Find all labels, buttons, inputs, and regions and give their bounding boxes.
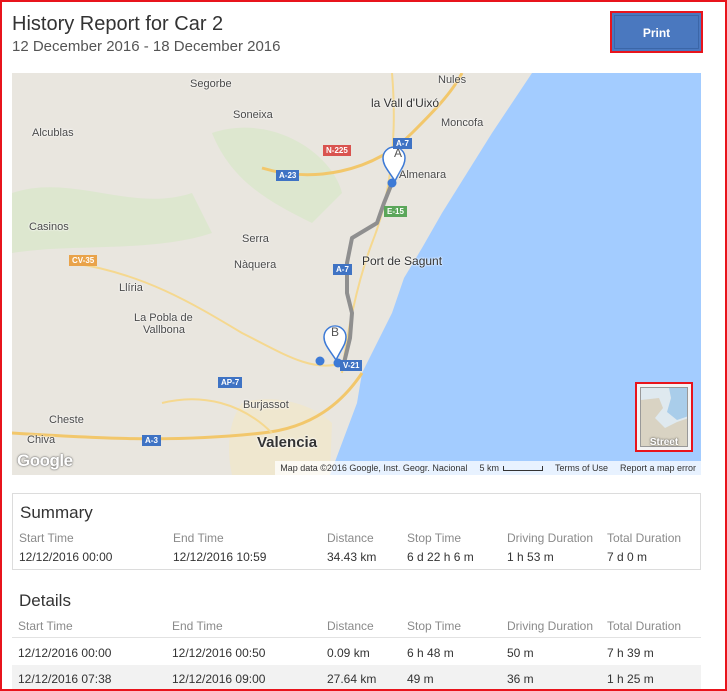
details-col-start-time: Start Time [18,619,73,633]
google-logo: Google [17,451,73,470]
row1-distance: 0.09 km [327,646,370,660]
report-header: History Report for Car 2 12 December 201… [12,12,281,56]
row2-end-time: 12/12/2016 09:00 [172,672,266,686]
row2-distance: 27.64 km [327,672,377,686]
summary-col-distance: Distance [327,531,374,545]
summary-col-end-time: End Time [173,531,224,545]
road-shield-a7-north: A-7 [393,138,412,149]
map-data-attribution: Map data ©2016 Google, Inst. Geogr. Naci… [280,463,468,473]
summary-stop-time: 6 d 22 h 6 m [407,550,474,564]
place-lliria: Llíria [119,282,143,294]
place-segorbe: Segorbe [190,78,232,90]
row2-total-duration: 1 h 25 m [607,672,654,686]
row1-stop-time: 6 h 48 m [407,646,454,660]
report-title: History Report for Car 2 [12,13,224,35]
summary-driving-duration: 1 h 53 m [507,550,554,564]
details-title: Details [19,591,71,610]
summary-end-time: 12/12/2016 10:59 [173,550,267,564]
print-button-label: Print [614,15,699,49]
road-shield-e15: E-15 [384,206,407,217]
place-port-sagunt: Port de Sagunt [362,254,443,268]
details-col-stop-time: Stop Time [407,619,462,633]
place-nacquera: Nàquera [234,259,277,271]
map-scale[interactable]: 5 km [479,463,543,473]
road-shield-v21: V-21 [340,360,363,371]
summary-col-start-time: Start Time [19,531,74,545]
route-map[interactable]: A B Nules Segorbe la Vall d'Uixó Moncofa… [12,73,701,475]
details-divider [12,637,701,638]
place-pobla-vallbona-line2: Vallbona [143,324,185,336]
print-button[interactable]: Print [610,11,703,53]
row1-driving-duration: 50 m [507,646,534,660]
report-date-range: 12 December 2016 - 18 December 2016 [12,38,281,55]
map-footer: Map data ©2016 Google, Inst. Geogr. Naci… [275,461,701,475]
details-col-driving-duration: Driving Duration [507,619,594,633]
place-chiva: Chiva [27,434,56,446]
details-col-distance: Distance [327,619,374,633]
place-valencia: Valencia [257,434,318,451]
row2-driving-duration: 36 m [507,672,534,686]
row2-start-time: 12/12/2016 07:38 [18,672,112,686]
report-frame: History Report for Car 2 12 December 201… [0,0,727,691]
street-view-label: Street [649,437,679,448]
street-view-toggle[interactable]: Street [635,382,693,452]
marker-b-label: B [331,325,340,339]
details-col-end-time: End Time [172,619,223,633]
road-shield-a23: A-23 [276,170,300,181]
row2-stop-time: 49 m [407,672,434,686]
stop-dot [315,356,325,366]
place-almenara: Almenara [399,169,447,181]
place-serra: Serra [242,233,269,245]
road-shield-n225: N-225 [323,145,351,156]
map-canvas [12,73,701,475]
place-alcublas: Alcublas [32,127,74,139]
summary-title: Summary [20,503,93,522]
road-shield-a3: A-3 [142,435,161,446]
terms-link[interactable]: Terms of Use [555,463,608,473]
map-scale-label: 5 km [479,463,499,473]
summary-col-stop-time: Stop Time [407,531,462,545]
place-soneixa: Soneixa [233,109,273,121]
report-map-error-link[interactable]: Report a map error [620,463,696,473]
details-section: Details Start Time End Time Distance Sto… [12,585,701,689]
road-shield-ap7: AP-7 [218,377,243,388]
summary-col-driving-duration: Driving Duration [507,531,594,545]
summary-col-total-duration: Total Duration [607,531,682,545]
row1-end-time: 12/12/2016 00:50 [172,646,266,660]
summary-total-duration: 7 d 0 m [607,550,648,564]
place-burjassot: Burjassot [243,399,289,411]
road-shield-a7-mid: A-7 [333,264,352,275]
scale-bar [502,466,543,472]
place-pobla-vallbona-line1: La Pobla de [134,312,193,324]
place-cheste: Cheste [49,414,84,426]
row1-start-time: 12/12/2016 00:00 [18,646,112,660]
place-moncofa: Moncofa [441,117,484,129]
place-nules: Nules [438,74,467,86]
details-col-total-duration: Total Duration [607,619,682,633]
place-vall-uixo: la Vall d'Uixó [371,96,440,110]
summary-card: Summary Start Time End Time Distance Sto… [12,493,701,570]
place-casinos: Casinos [29,221,69,233]
road-shield-cv35: CV-35 [69,255,98,266]
summary-distance: 34.43 km [327,550,377,564]
row1-total-duration: 7 h 39 m [607,646,654,660]
summary-start-time: 12/12/2016 00:00 [19,550,113,564]
